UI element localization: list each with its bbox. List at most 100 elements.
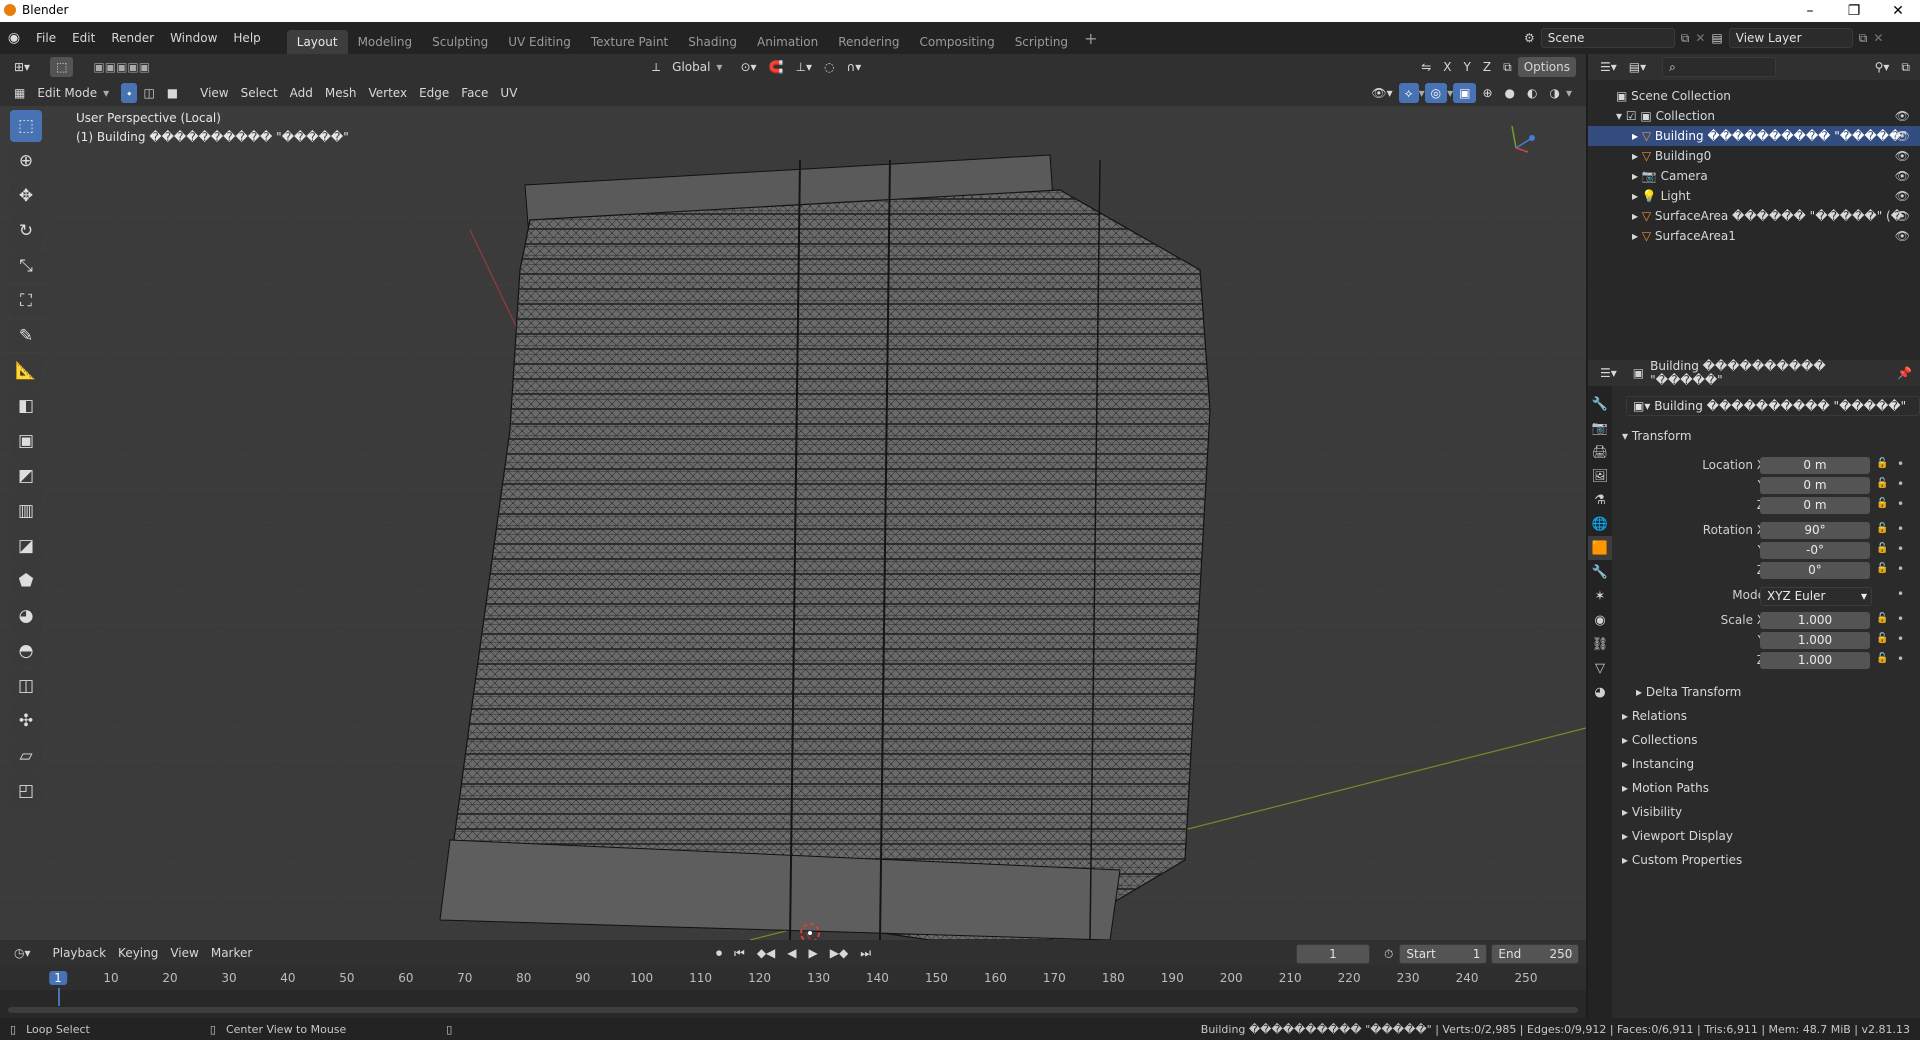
workspace-tab-compositing[interactable]: Compositing <box>909 30 1004 54</box>
falloff-icon[interactable]: ∩▾ <box>840 57 867 77</box>
workspace-tab-rendering[interactable]: Rendering <box>828 30 909 54</box>
eye-icon[interactable]: 👁 <box>1895 106 1910 126</box>
viewport-menu-edge[interactable]: Edge <box>413 83 455 103</box>
eye-icon[interactable]: 👁 <box>1895 126 1910 146</box>
expand-arrow-icon[interactable]: ▸ <box>1632 229 1642 243</box>
outliner-item[interactable]: ▸ ▽ SurfaceArea1 👁 <box>1588 226 1920 246</box>
keyframe-dot-icon[interactable]: • <box>1897 562 1904 576</box>
panel-custom-properties[interactable]: ▸ Custom Properties <box>1622 850 1742 870</box>
shear-tool-icon[interactable]: ▱ <box>10 740 42 772</box>
play-reverse-icon[interactable]: ◀ <box>781 943 802 963</box>
modifier-tab-icon[interactable]: 🔧 <box>1588 560 1612 584</box>
visibility-icon[interactable]: 👁▾ <box>1365 83 1398 103</box>
lock-icon[interactable]: 🔓 <box>1876 563 1888 574</box>
filter-icon[interactable]: ⚲▾ <box>1869 57 1896 77</box>
rotation-z-field[interactable]: 0° <box>1760 562 1870 579</box>
scene-remove-icon[interactable]: ✕ <box>1695 31 1705 45</box>
transform-panel-header[interactable]: ▾ Transform <box>1622 426 1692 446</box>
editor-type-icon[interactable]: ⊞▾ <box>8 57 36 77</box>
panel-collections[interactable]: ▸ Collections <box>1622 730 1697 750</box>
auto-merge-icon[interactable]: ⧉ <box>1497 57 1518 77</box>
panel-instancing[interactable]: ▸ Instancing <box>1622 754 1694 774</box>
scene-copy-icon[interactable]: ⧉ <box>1681 31 1690 46</box>
eye-icon[interactable]: 👁 <box>1895 146 1910 166</box>
edge-slide-tool-icon[interactable]: ◫ <box>10 670 42 702</box>
new-collection-icon[interactable]: ⧉ <box>1895 57 1916 77</box>
data-tab-icon[interactable]: ▽ <box>1588 656 1612 680</box>
workspace-tab-layout[interactable]: Layout <box>286 30 348 54</box>
eye-icon[interactable]: 👁 <box>1895 226 1910 246</box>
location-x-field[interactable]: 0 m <box>1760 457 1870 474</box>
lock-icon[interactable]: 🔓 <box>1876 523 1888 534</box>
record-icon[interactable]: ⏺ <box>710 943 728 963</box>
workspace-tab-animation[interactable]: Animation <box>747 30 828 54</box>
scale-tool-icon[interactable]: ⤡ <box>10 250 42 282</box>
expand-arrow-icon[interactable]: ▸ <box>1632 129 1642 143</box>
particles-tab-icon[interactable]: ✶ <box>1588 584 1612 608</box>
rotate-tool-icon[interactable]: ↻ <box>10 215 42 247</box>
solid-shading-icon[interactable]: ● <box>1499 83 1521 103</box>
eye-icon[interactable]: 👁 <box>1895 166 1910 186</box>
keyframe-dot-icon[interactable]: • <box>1897 542 1904 556</box>
play-icon[interactable]: ▶ <box>803 943 824 963</box>
scene-selector[interactable]: Scene <box>1540 28 1675 48</box>
panel-motion-paths[interactable]: ▸ Motion Paths <box>1622 778 1709 798</box>
scale-x-field[interactable]: 1.000 <box>1760 612 1870 629</box>
shrink-fatten-tool-icon[interactable]: ✣ <box>10 705 42 737</box>
wireframe-shading-icon[interactable]: ⊕ <box>1476 83 1498 103</box>
material-shading-icon[interactable]: ◐ <box>1521 83 1543 103</box>
scale-y-field[interactable]: 1.000 <box>1760 632 1870 649</box>
expand-arrow-icon[interactable]: ▸ <box>1632 149 1642 163</box>
current-frame-field[interactable]: 1 <box>1296 944 1370 964</box>
axis-z-toggle[interactable]: Z <box>1477 57 1497 77</box>
select-box-tool-icon[interactable]: ⬚ <box>10 110 42 142</box>
timeline-menu-keying[interactable]: Keying <box>112 943 164 963</box>
close-button[interactable]: ✕ <box>1876 0 1920 22</box>
keyframe-dot-icon[interactable]: • <box>1897 652 1904 666</box>
workspace-tab-uv-editing[interactable]: UV Editing <box>498 30 581 54</box>
physics-tab-icon[interactable]: ◉ <box>1588 608 1612 632</box>
selection-modes-icon[interactable]: ▣▣▣▣▣ <box>87 57 156 77</box>
viewport-menu-view[interactable]: View <box>194 83 234 103</box>
3d-viewport[interactable] <box>0 80 1586 940</box>
workspace-tab-texture-paint[interactable]: Texture Paint <box>581 30 678 54</box>
render-tab-icon[interactable]: 📷 <box>1588 416 1612 440</box>
material-tab-icon[interactable]: ◕ <box>1588 680 1612 704</box>
view-layer-tab-icon[interactable]: 🖼 <box>1588 464 1612 488</box>
properties-editor-icon[interactable]: ☰▾ <box>1594 363 1623 383</box>
transform-tool-icon[interactable]: ⛶ <box>10 285 42 317</box>
menu-window[interactable]: Window <box>162 22 225 54</box>
select-tool-icon[interactable]: ⬚ <box>50 57 74 77</box>
menu-file[interactable]: File <box>28 22 64 54</box>
delta-transform-subpanel[interactable]: ▸ Delta Transform <box>1636 682 1741 702</box>
lock-icon[interactable]: 🔓 <box>1876 653 1888 664</box>
scene-tab-icon[interactable]: ⚗ <box>1588 488 1612 512</box>
location-z-field[interactable]: 0 m <box>1760 497 1870 514</box>
view-layer-remove-icon[interactable]: ✕ <box>1873 31 1883 45</box>
face-select-mode-icon[interactable]: ■ <box>161 83 184 103</box>
spin-tool-icon[interactable]: ◕ <box>10 600 42 632</box>
rotation-y-field[interactable]: -0° <box>1760 542 1870 559</box>
checkbox-icon[interactable]: ☑ <box>1626 109 1641 123</box>
output-tab-icon[interactable]: 🖨 <box>1588 440 1612 464</box>
viewport-menu-vertex[interactable]: Vertex <box>362 83 413 103</box>
mirror-icon[interactable]: ⇋ <box>1415 57 1437 77</box>
scene-icon[interactable]: ⚙ <box>1524 31 1535 45</box>
rendered-shading-icon[interactable]: ◑ <box>1543 83 1565 103</box>
next-keyframe-icon[interactable]: ▶◆ <box>824 943 854 963</box>
smooth-tool-icon[interactable]: ◓ <box>10 635 42 667</box>
eye-icon[interactable]: 👁 <box>1895 206 1910 226</box>
timeline-editor-icon[interactable]: ◷▾ <box>8 943 37 963</box>
rotation-x-field[interactable]: 90° <box>1760 522 1870 539</box>
axis-x-toggle[interactable]: X <box>1437 57 1457 77</box>
timeline-menu-view[interactable]: View <box>164 943 204 963</box>
outliner-search-input[interactable]: ⌕ <box>1662 57 1777 77</box>
lock-icon[interactable]: 🔓 <box>1876 613 1888 624</box>
jump-start-icon[interactable]: ⏮ <box>728 943 751 963</box>
bevel-tool-icon[interactable]: ◩ <box>10 460 42 492</box>
display-mode-icon[interactable]: ▤▾ <box>1623 57 1652 77</box>
viewport-menu-face[interactable]: Face <box>455 83 494 103</box>
keyframe-dot-icon[interactable]: • <box>1897 497 1904 511</box>
add-workspace-icon[interactable]: + <box>1084 29 1097 48</box>
edge-select-mode-icon[interactable]: ◫ <box>137 83 160 103</box>
